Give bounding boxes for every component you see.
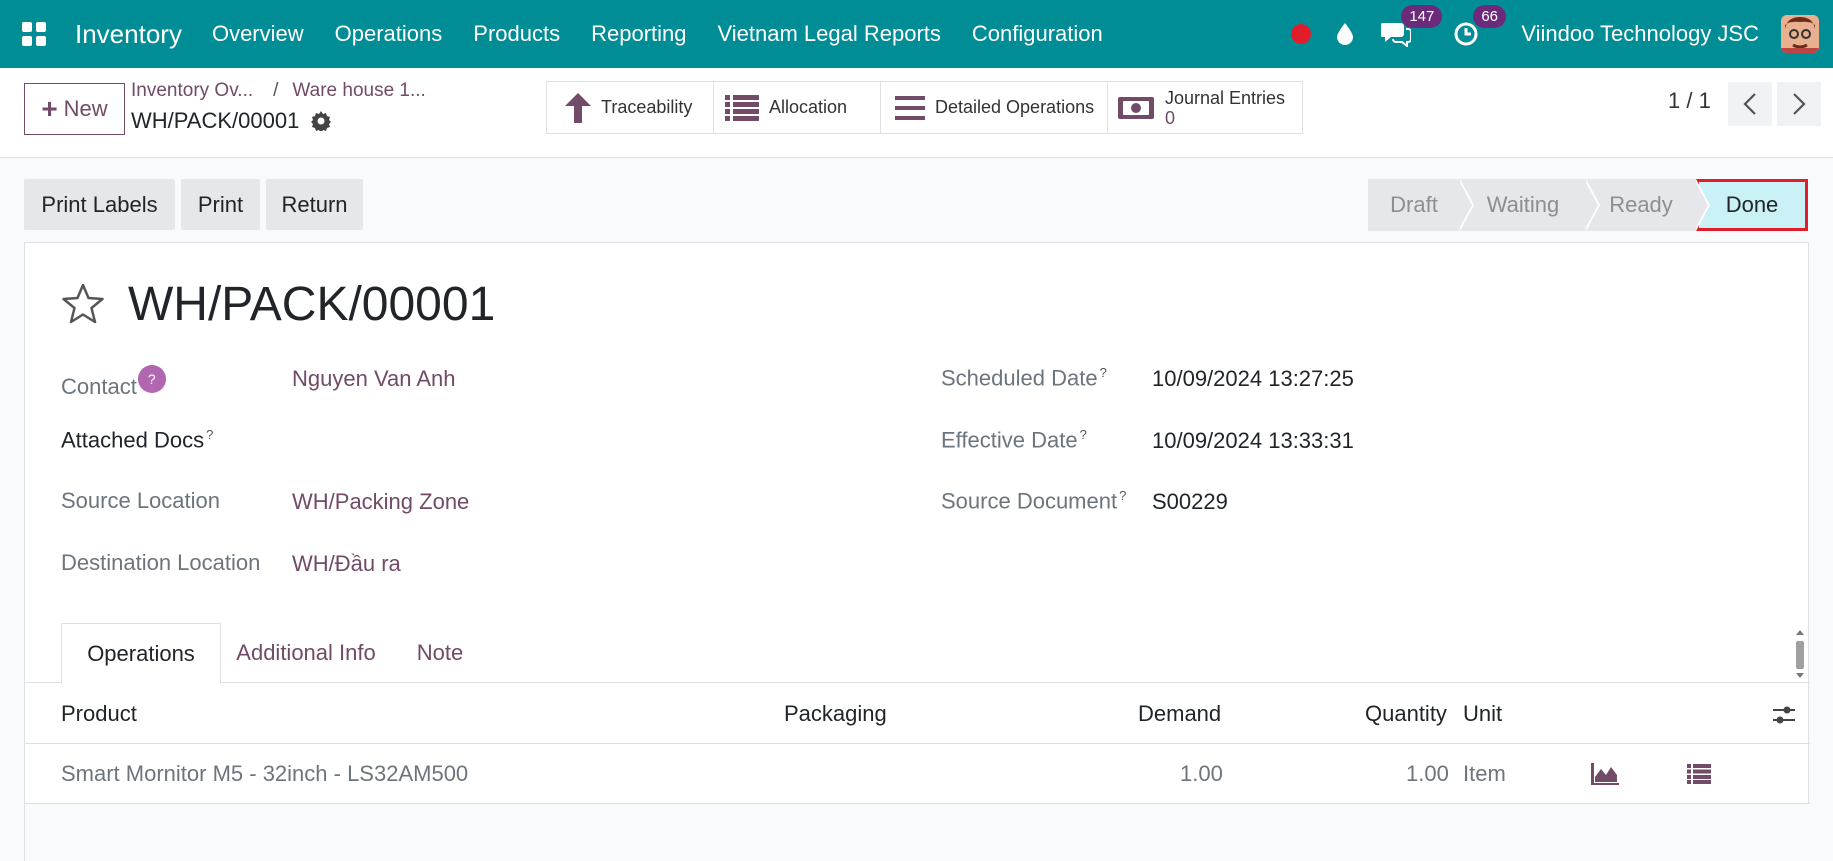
activities-clock-icon[interactable]: 66 [1453,5,1506,47]
contact-value[interactable]: Nguyen Van Anh [292,366,456,392]
breadcrumb-current: WH/PACK/00001 [131,108,332,134]
detailed-operations-button[interactable]: Detailed Operations [880,81,1108,134]
menu-reporting[interactable]: Reporting [591,21,686,47]
arrow-up-icon [565,92,591,123]
pager-value[interactable]: 1 / 1 [1668,88,1711,114]
new-button-label: New [63,96,108,121]
column-demand[interactable]: Demand [1138,701,1221,727]
row-demand[interactable]: 1.00 [1180,761,1223,787]
menu-vietnam-legal-reports[interactable]: Vietnam Legal Reports [717,21,940,47]
water-drop-icon[interactable] [1337,23,1354,45]
menu-products[interactable]: Products [473,21,560,47]
scheduled-date-label: Scheduled Date? [941,365,1107,391]
tab-additional-info[interactable]: Additional Info [221,623,391,683]
notebook-tabs: Operations Additional Info Note [25,623,1810,684]
record-title: WH/PACK/00001 [128,278,496,331]
journal-entries-count: 0 [1165,107,1176,128]
row-product[interactable]: Smart Mornitor M5 - 32inch - LS32AM500 [61,761,468,787]
breadcrumb-inventory-overview[interactable]: Inventory Ov... [131,80,253,101]
column-quantity[interactable]: Quantity [1365,701,1447,727]
journal-entries-button[interactable]: Journal Entries 0 [1107,81,1303,134]
navbar-systray: 147 66 Viindoo Technology JSC [1291,0,1833,68]
forecast-chart-icon[interactable] [1591,763,1619,785]
scheduled-date-value: 10/09/2024 13:27:25 [1152,366,1354,391]
row-unit[interactable]: Item [1463,761,1506,787]
source-document-label: Source Document? [941,488,1127,514]
messages-icon[interactable]: 147 [1381,5,1443,47]
help-mark[interactable]: ? [1119,488,1126,503]
source-location-value[interactable]: WH/Packing Zone [292,489,469,515]
allocation-button[interactable]: Allocation [713,81,881,134]
destination-location-value[interactable]: WH/Đầu ra [292,551,401,577]
table-empty-area [25,804,1810,861]
record-dot-icon[interactable] [1291,24,1312,44]
detailed-operations-label: Detailed Operations [935,97,1095,117]
optional-columns-sliders-icon[interactable] [1773,704,1795,726]
status-waiting[interactable]: Waiting [1458,179,1586,231]
column-packaging[interactable]: Packaging [784,701,887,727]
return-button[interactable]: Return [266,179,363,230]
column-unit[interactable]: Unit [1463,701,1502,727]
activities-count-badge: 66 [1473,5,1506,28]
menu-operations[interactable]: Operations [335,21,443,47]
top-navbar: Inventory Overview Operations Products R… [0,0,1833,68]
app-title[interactable]: Inventory [75,19,182,50]
print-button[interactable]: Print [181,179,260,230]
effective-date-value: 10/09/2024 13:33:31 [1152,428,1354,453]
tab-operations[interactable]: Operations [61,623,221,684]
menu-configuration[interactable]: Configuration [972,21,1103,47]
status-done[interactable]: Done [1694,179,1808,231]
scrollbar[interactable] [1794,627,1806,681]
status-bar: Draft Waiting Ready Done [1368,179,1808,231]
journal-entries-label: Journal Entries [1165,87,1286,108]
new-button[interactable]: + New [24,83,125,135]
pager-next-button[interactable] [1777,82,1821,126]
help-icon[interactable]: ? [137,365,166,393]
traceability-button[interactable]: Traceability [546,81,714,134]
apps-menu-icon[interactable] [0,0,68,68]
column-product[interactable]: Product [61,701,137,727]
current-record-name: WH/PACK/00001 [131,108,300,133]
money-bill-icon [1117,96,1155,120]
help-mark[interactable]: ? [206,427,213,442]
allocation-label: Allocation [769,97,848,117]
form-sheet: WH/PACK/00001 Contact? Nguyen Van Anh At… [24,242,1810,861]
source-location-label: Source Location [61,488,220,513]
traceability-label: Traceability [601,97,693,117]
control-panel: + New Inventory Ov... / Ware house 1... WH… [0,68,1833,158]
print-labels-button[interactable]: Print Labels [24,179,175,230]
attached-docs-label: Attached Docs? [61,427,214,453]
user-avatar[interactable] [1781,15,1819,53]
star-icon[interactable] [61,283,105,325]
source-document-value: S00229 [1152,489,1228,514]
bars-icon [895,95,925,120]
list-icon [725,94,759,121]
details-list-icon[interactable] [1687,764,1711,784]
plus-icon: + [41,93,58,124]
contact-label: Contact? [61,365,166,400]
chevron-left-icon [1743,93,1756,115]
breadcrumb-separator: / [273,80,279,101]
breadcrumb: Inventory Ov... / Ware house 1... [131,80,426,102]
messages-count-badge: 147 [1401,5,1443,28]
status-draft[interactable]: Draft [1368,179,1460,231]
pager-previous-button[interactable] [1728,82,1772,126]
help-mark[interactable]: ? [1100,365,1107,380]
company-switcher[interactable]: Viindoo Technology JSC [1521,21,1759,47]
tab-note[interactable]: Note [391,623,489,683]
row-quantity[interactable]: 1.00 [1406,761,1449,787]
gear-icon[interactable] [311,111,332,131]
help-mark[interactable]: ? [1080,427,1087,442]
breadcrumb-warehouse[interactable]: Ware house 1... [292,80,425,101]
status-ready[interactable]: Ready [1584,179,1696,231]
effective-date-label: Effective Date? [941,427,1087,453]
destination-location-label: Destination Location [61,550,261,575]
chevron-right-icon [1793,93,1806,115]
menu-overview[interactable]: Overview [212,21,304,47]
